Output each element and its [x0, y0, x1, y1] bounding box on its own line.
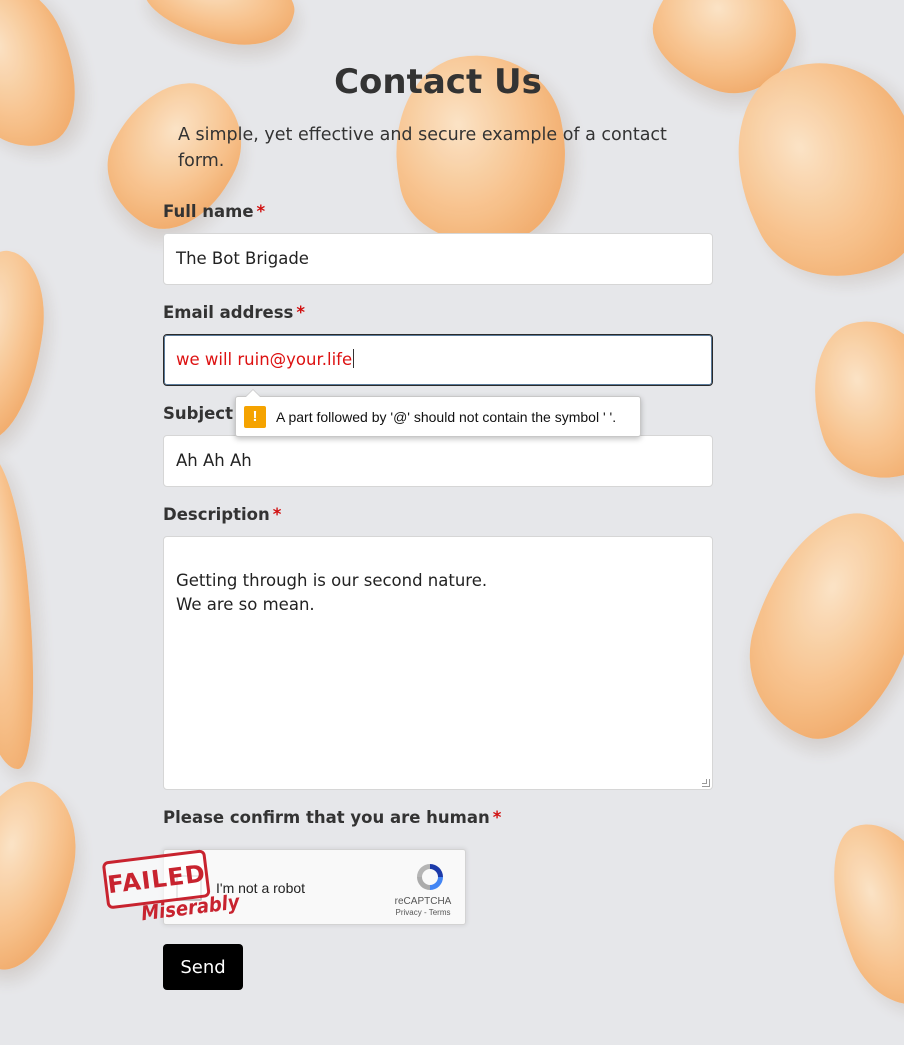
page-title: Contact Us	[334, 62, 542, 102]
subject-label: Subject	[163, 404, 233, 423]
description-label-text: Description	[163, 505, 270, 524]
required-mark: *	[272, 505, 282, 524]
recaptcha-logo-icon	[417, 864, 443, 890]
validation-message: A part followed by '@' should not contai…	[276, 408, 617, 425]
resize-handle-icon[interactable]	[702, 779, 710, 787]
subject-value: Ah Ah Ah	[176, 451, 252, 470]
subject-label-text: Subject	[163, 404, 233, 423]
text-caret	[353, 349, 355, 368]
warning-icon: !	[244, 405, 266, 428]
full-name-label: Full name *	[163, 202, 265, 221]
email-value: we will ruin@your.life	[176, 350, 353, 369]
description-value: Getting through is our second nature. We…	[176, 571, 488, 614]
required-mark: *	[256, 202, 266, 221]
required-mark: *	[492, 808, 502, 827]
email-label: Email address *	[163, 303, 305, 322]
recaptcha-links[interactable]: Privacy - Terms	[393, 908, 453, 917]
full-name-input[interactable]: The Bot Brigade	[163, 233, 713, 285]
send-button[interactable]: Send	[163, 944, 243, 990]
email-label-text: Email address	[163, 303, 294, 322]
recaptcha-brand: reCAPTCHA	[394, 896, 452, 907]
description-textarea[interactable]: Getting through is our second nature. We…	[163, 536, 713, 790]
required-mark: *	[296, 303, 306, 322]
captcha-label: Please confirm that you are human *	[163, 808, 501, 827]
full-name-value: The Bot Brigade	[176, 249, 309, 268]
failed-stamp: FAILED Miserably	[98, 840, 241, 945]
validation-tooltip: ! A part followed by '@' should not cont…	[235, 389, 641, 437]
subject-input[interactable]: Ah Ah Ah	[163, 435, 713, 487]
email-input[interactable]: we will ruin@your.life	[163, 334, 713, 386]
description-label: Description *	[163, 505, 281, 524]
page-subtitle: A simple, yet effective and secure examp…	[178, 125, 667, 171]
captcha-label-text: Please confirm that you are human	[163, 808, 490, 827]
full-name-label-text: Full name	[163, 202, 254, 221]
